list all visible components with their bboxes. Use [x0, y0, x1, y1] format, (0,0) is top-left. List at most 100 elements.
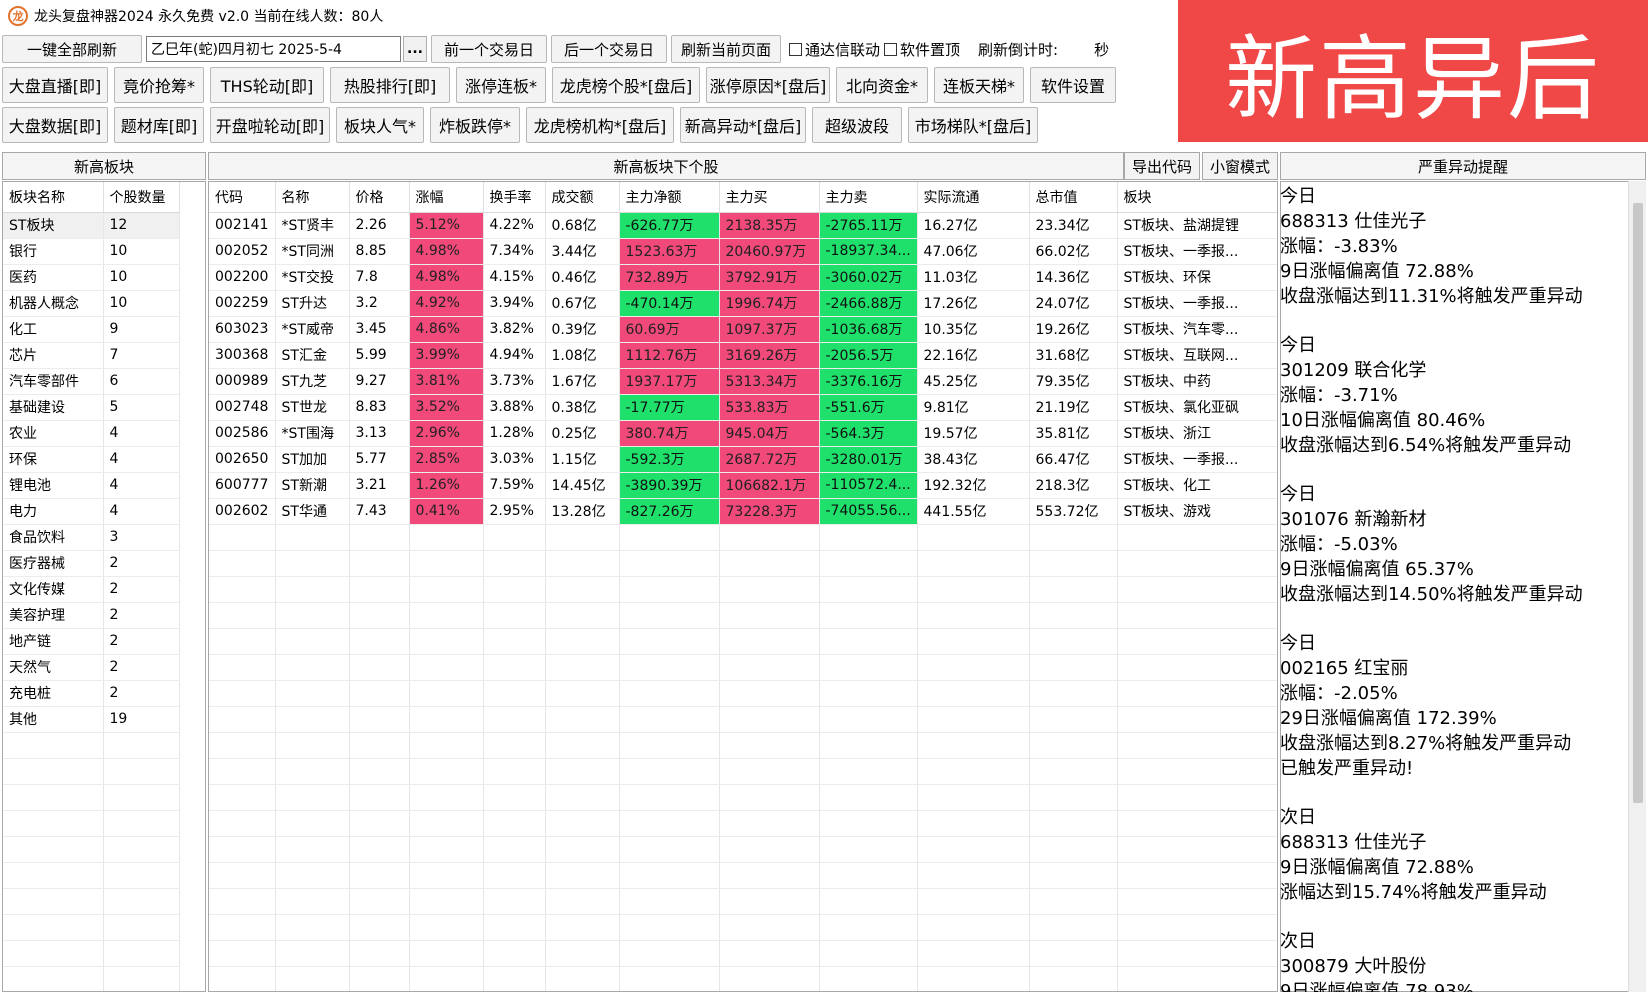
nav-button[interactable]: 北向资金* — [836, 67, 928, 103]
stock-row[interactable]: 002141 *ST贤丰 2.26 5.12% 4.22% 0.68亿 -626.77万 21… — [209, 212, 1277, 239]
nav-button[interactable]: 开盘啦轮动[即] — [210, 107, 330, 143]
empty-cell — [819, 914, 918, 941]
stock-row[interactable]: 300368 ST汇金 5.99 3.99% 4.94% 1.08亿 1112.76万 316… — [209, 342, 1277, 369]
stock-row[interactable]: 600777 ST新潮 3.21 1.26% 7.59% 14.45亿 -3890.39万 1… — [209, 472, 1277, 499]
nav-button[interactable]: 超级波段 — [812, 107, 902, 143]
sector-row[interactable]: 充电桩 2 — [3, 680, 180, 707]
sector-row[interactable]: 其他 19 — [3, 706, 180, 733]
sector-row[interactable]: 地产链 2 — [3, 628, 180, 655]
alert-item: 今日 301209 联合化学 涨幅：-3.71% 10日涨幅偏离值 80.46% 收盘涨… — [1280, 333, 1636, 458]
export-code-button[interactable]: 导出代码 — [1124, 152, 1200, 180]
column-header[interactable]: 换手率 — [483, 182, 546, 213]
nav-button[interactable]: 炸板跌停* — [430, 107, 520, 143]
empty-cell — [1117, 680, 1277, 707]
stock-row[interactable]: 002052 *ST同洲 8.85 4.98% 7.34% 3.44亿 1523.63万 20… — [209, 238, 1277, 265]
sector-row[interactable]: 基础建设 5 — [3, 394, 180, 421]
empty-row — [209, 680, 1277, 707]
empty-cell — [545, 550, 620, 577]
date-input[interactable]: 乙巳年(蛇)四月初七 2025-5-4 — [146, 36, 401, 62]
nav-button[interactable]: 竟价抢筹* — [114, 67, 204, 103]
sector-row[interactable]: 文化传媒 2 — [3, 576, 180, 603]
empty-cell — [349, 836, 410, 863]
mini-window-button[interactable]: 小窗模式 — [1202, 152, 1278, 180]
table-cell: 002141 — [209, 212, 276, 239]
alert-scrollbar[interactable] — [1628, 181, 1646, 992]
nav-button[interactable]: 涨停连板* — [456, 67, 546, 103]
empty-cell — [349, 758, 410, 785]
checkbox-box[interactable] — [884, 42, 898, 56]
next-trading-day-button[interactable]: 后一个交易日 — [551, 35, 667, 63]
nav-button[interactable]: 龙虎榜机构*[盘后] — [526, 107, 674, 143]
empty-cell — [209, 732, 276, 759]
sector-row[interactable]: 汽车零部件 6 — [3, 368, 180, 395]
sector-row[interactable]: 天然气 2 — [3, 654, 180, 681]
stock-row[interactable]: 603023 *ST威帝 3.45 4.86% 3.82% 0.39亿 60.69万 1097… — [209, 316, 1277, 343]
sector-row[interactable]: 银行 10 — [3, 238, 180, 265]
nav-button[interactable]: 板块人气* — [336, 107, 424, 143]
column-header[interactable]: 板块 — [1117, 182, 1277, 213]
refresh-page-button[interactable]: 刷新当前页面 — [671, 35, 781, 63]
nav-button[interactable]: 大盘数据[即] — [2, 107, 108, 143]
nav-button[interactable]: 题材库[即] — [114, 107, 204, 143]
column-header[interactable]: 总市值 — [1029, 182, 1118, 213]
sector-row[interactable]: 锂电池 4 — [3, 472, 180, 499]
tdx-link-checkbox[interactable]: 通达信联动 — [789, 39, 880, 60]
nav-button[interactable]: 涨停原因*[盘后] — [706, 67, 830, 103]
refresh-all-button[interactable]: 一键全部刷新 — [2, 35, 142, 63]
column-header[interactable]: 个股数量 — [103, 182, 180, 213]
nav-button[interactable]: 大盘直播[即] — [2, 67, 108, 103]
empty-cell — [409, 654, 484, 681]
sector-row[interactable]: 美容护理 2 — [3, 602, 180, 629]
sector-row[interactable]: 电力 4 — [3, 498, 180, 525]
nav-button[interactable]: 热股排行[即] — [330, 67, 450, 103]
column-header[interactable]: 实际流通 — [917, 182, 1030, 213]
nav-button[interactable]: 新高异动*[盘后] — [680, 107, 806, 143]
sector-row[interactable]: 机器人概念 10 — [3, 290, 180, 317]
table-cell: ST板块、游戏 — [1117, 498, 1277, 525]
date-picker-button[interactable]: ... — [403, 36, 427, 62]
empty-row — [209, 836, 1277, 863]
stock-row[interactable]: 002650 ST加加 5.77 2.85% 3.03% 1.15亿 -592.3万 2687… — [209, 446, 1277, 473]
table-cell: 4 — [103, 472, 180, 499]
sector-row[interactable]: 食品饮料 3 — [3, 524, 180, 551]
column-header[interactable]: 涨幅 — [409, 182, 484, 213]
app-logo-icon: 龙 — [8, 6, 28, 26]
nav-button[interactable]: THS轮动[即] — [210, 67, 324, 103]
nav-button[interactable]: 连板天梯* — [934, 67, 1024, 103]
column-header[interactable]: 名称 — [275, 182, 350, 213]
table-cell: 66.02亿 — [1029, 238, 1118, 265]
nav-button[interactable]: 软件设置 — [1030, 67, 1116, 103]
empty-cell — [209, 862, 276, 889]
table-cell: -2056.5万 — [819, 342, 918, 369]
prev-trading-day-button[interactable]: 前一个交易日 — [431, 35, 547, 63]
column-header[interactable]: 主力买 — [719, 182, 820, 213]
column-header[interactable]: 主力卖 — [819, 182, 918, 213]
stock-row[interactable]: 002586 *ST围海 3.13 2.96% 1.28% 0.25亿 380.74万 945… — [209, 420, 1277, 447]
scroll-thumb[interactable] — [1633, 203, 1643, 803]
column-header[interactable]: 成交额 — [545, 182, 620, 213]
column-header[interactable]: 代码 — [209, 182, 276, 213]
sector-row[interactable]: 芯片 7 — [3, 342, 180, 369]
empty-cell — [619, 966, 720, 991]
empty-cell — [917, 758, 1030, 785]
stock-row[interactable]: 002602 ST华通 7.43 0.41% 2.95% 13.28亿 -827.26万 73… — [209, 498, 1277, 525]
stock-row[interactable]: 000989 ST九芝 9.27 3.81% 3.73% 1.67亿 1937.17万 531… — [209, 368, 1277, 395]
stock-row[interactable]: 002259 ST升达 3.2 4.92% 3.94% 0.67亿 -470.14万 1996… — [209, 290, 1277, 317]
right-panel-title: 严重异动提醒 — [1280, 152, 1646, 180]
nav-button[interactable]: 龙虎榜个股*[盘后] — [552, 67, 700, 103]
table-cell: 3.2 — [349, 290, 410, 317]
column-header[interactable]: 价格 — [349, 182, 410, 213]
sector-row[interactable]: 医药 10 — [3, 264, 180, 291]
sector-row[interactable]: 环保 4 — [3, 446, 180, 473]
column-header[interactable]: 主力净额 — [619, 182, 720, 213]
column-header[interactable]: 板块名称 — [3, 182, 104, 213]
stock-row[interactable]: 002748 ST世龙 8.83 3.52% 3.88% 0.38亿 -17.77万 533.… — [209, 394, 1277, 421]
sector-row[interactable]: 医疗器械 2 — [3, 550, 180, 577]
always-on-top-checkbox[interactable]: 软件置顶 — [884, 39, 960, 60]
sector-row[interactable]: 化工 9 — [3, 316, 180, 343]
stock-row[interactable]: 002200 *ST交投 7.8 4.98% 4.15% 0.46亿 732.89万 3792… — [209, 264, 1277, 291]
nav-button[interactable]: 市场梯队*[盘后] — [908, 107, 1038, 143]
sector-row[interactable]: 农业 4 — [3, 420, 180, 447]
sector-row[interactable]: ST板块 12 — [3, 212, 180, 239]
checkbox-box[interactable] — [789, 42, 802, 56]
